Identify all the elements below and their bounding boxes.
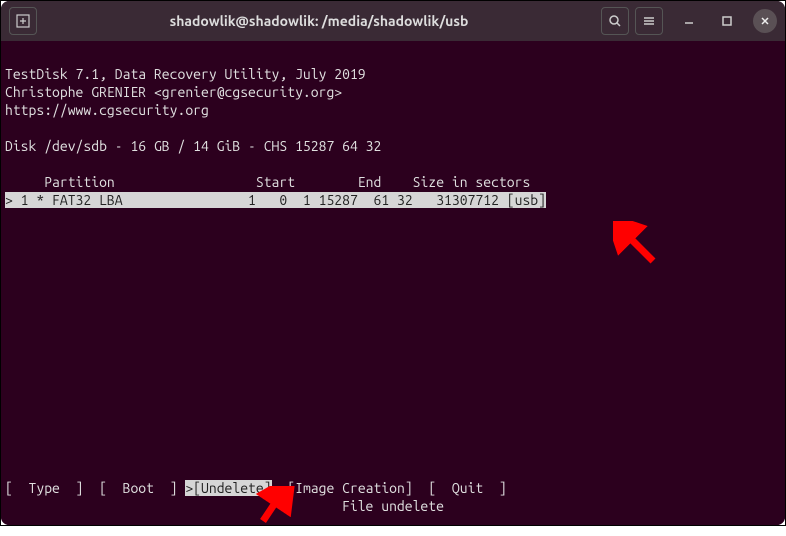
- close-icon: [759, 15, 771, 27]
- close-button[interactable]: [753, 9, 777, 33]
- program-line-3: https://www.cgsecurity.org: [5, 102, 209, 118]
- menu-hint: File undelete: [1, 497, 785, 515]
- new-tab-button[interactable]: [9, 7, 37, 35]
- minimize-button[interactable]: [677, 9, 701, 33]
- maximize-button[interactable]: [715, 9, 739, 33]
- menu-undelete-selected[interactable]: >[Undelete]: [185, 480, 271, 496]
- menu-row: [ Type ] [ Boot ] >[Undelete] [Image Cre…: [5, 479, 507, 497]
- menu-prefix[interactable]: [ Type ] [ Boot ]: [5, 480, 185, 496]
- partition-row-selected[interactable]: > 1 * FAT32 LBA 1 0 1 15287 61 32 313077…: [5, 192, 546, 208]
- terminal-content[interactable]: TestDisk 7.1, Data Recovery Utility, Jul…: [1, 41, 785, 525]
- new-tab-icon: [16, 14, 30, 28]
- window-title: shadowlik@shadowlik: /media/shadowlik/us…: [45, 13, 593, 29]
- search-icon: [608, 14, 622, 28]
- menu-suffix[interactable]: [Image Creation] [ Quit ]: [272, 480, 507, 496]
- minimize-icon: [683, 15, 695, 27]
- program-line-2: Christophe GRENIER <grenier@cgsecurity.o…: [5, 84, 342, 100]
- disk-info: Disk /dev/sdb - 16 GB / 14 GiB - CHS 152…: [5, 138, 381, 154]
- partition-header: Partition Start End Size in sectors: [5, 174, 530, 190]
- hamburger-icon: [642, 14, 656, 28]
- program-line-1: TestDisk 7.1, Data Recovery Utility, Jul…: [5, 66, 366, 82]
- terminal-window: shadowlik@shadowlik: /media/shadowlik/us…: [1, 1, 785, 525]
- titlebar: shadowlik@shadowlik: /media/shadowlik/us…: [1, 1, 785, 41]
- search-button[interactable]: [601, 7, 629, 35]
- titlebar-right: [601, 7, 777, 35]
- maximize-icon: [721, 15, 733, 27]
- menu-button[interactable]: [635, 7, 663, 35]
